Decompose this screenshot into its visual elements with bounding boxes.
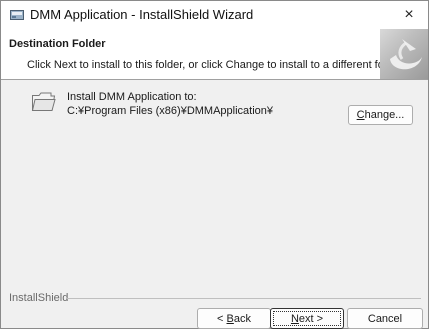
back-button-label: < Back [217,313,251,325]
header-panel: Destination Folder Click Next to install… [1,29,428,80]
window-title: DMM Application - InstallShield Wizard [30,7,254,22]
installer-app-icon [10,10,24,20]
brand-label: InstallShield [9,292,69,304]
next-button[interactable]: Next > [270,308,344,329]
install-location-label: Install DMM Application to: [67,91,197,103]
change-button-label: Change... [357,109,405,121]
back-prefix: < [217,312,227,325]
page-title: Destination Folder [9,38,106,50]
cancel-button-label: Cancel [367,312,403,325]
change-rest: hange... [364,109,405,121]
footer-divider [67,298,421,299]
next-button-label: Next > [291,313,323,325]
title-bar: DMM Application - InstallShield Wizard × [1,1,428,29]
change-button[interactable]: Change... [348,105,413,125]
installshield-swirl-icon [380,29,428,79]
install-path: C:¥Program Files (x86)¥DMMApplication¥ [67,105,274,117]
page-subtitle: Click Next to install to this folder, or… [27,59,405,71]
close-icon: × [404,6,414,23]
back-button[interactable]: < Back [197,308,271,329]
next-rest: ext > [298,312,324,325]
close-button[interactable]: × [390,1,428,29]
installer-window: DMM Application - InstallShield Wizard ×… [0,0,429,329]
change-mnemonic: C [356,109,365,121]
back-rest: ack [233,312,251,325]
folder-icon [31,92,56,111]
cancel-button[interactable]: Cancel [347,308,423,329]
back-mnemonic: B [226,312,234,325]
next-mnemonic: N [290,312,299,325]
